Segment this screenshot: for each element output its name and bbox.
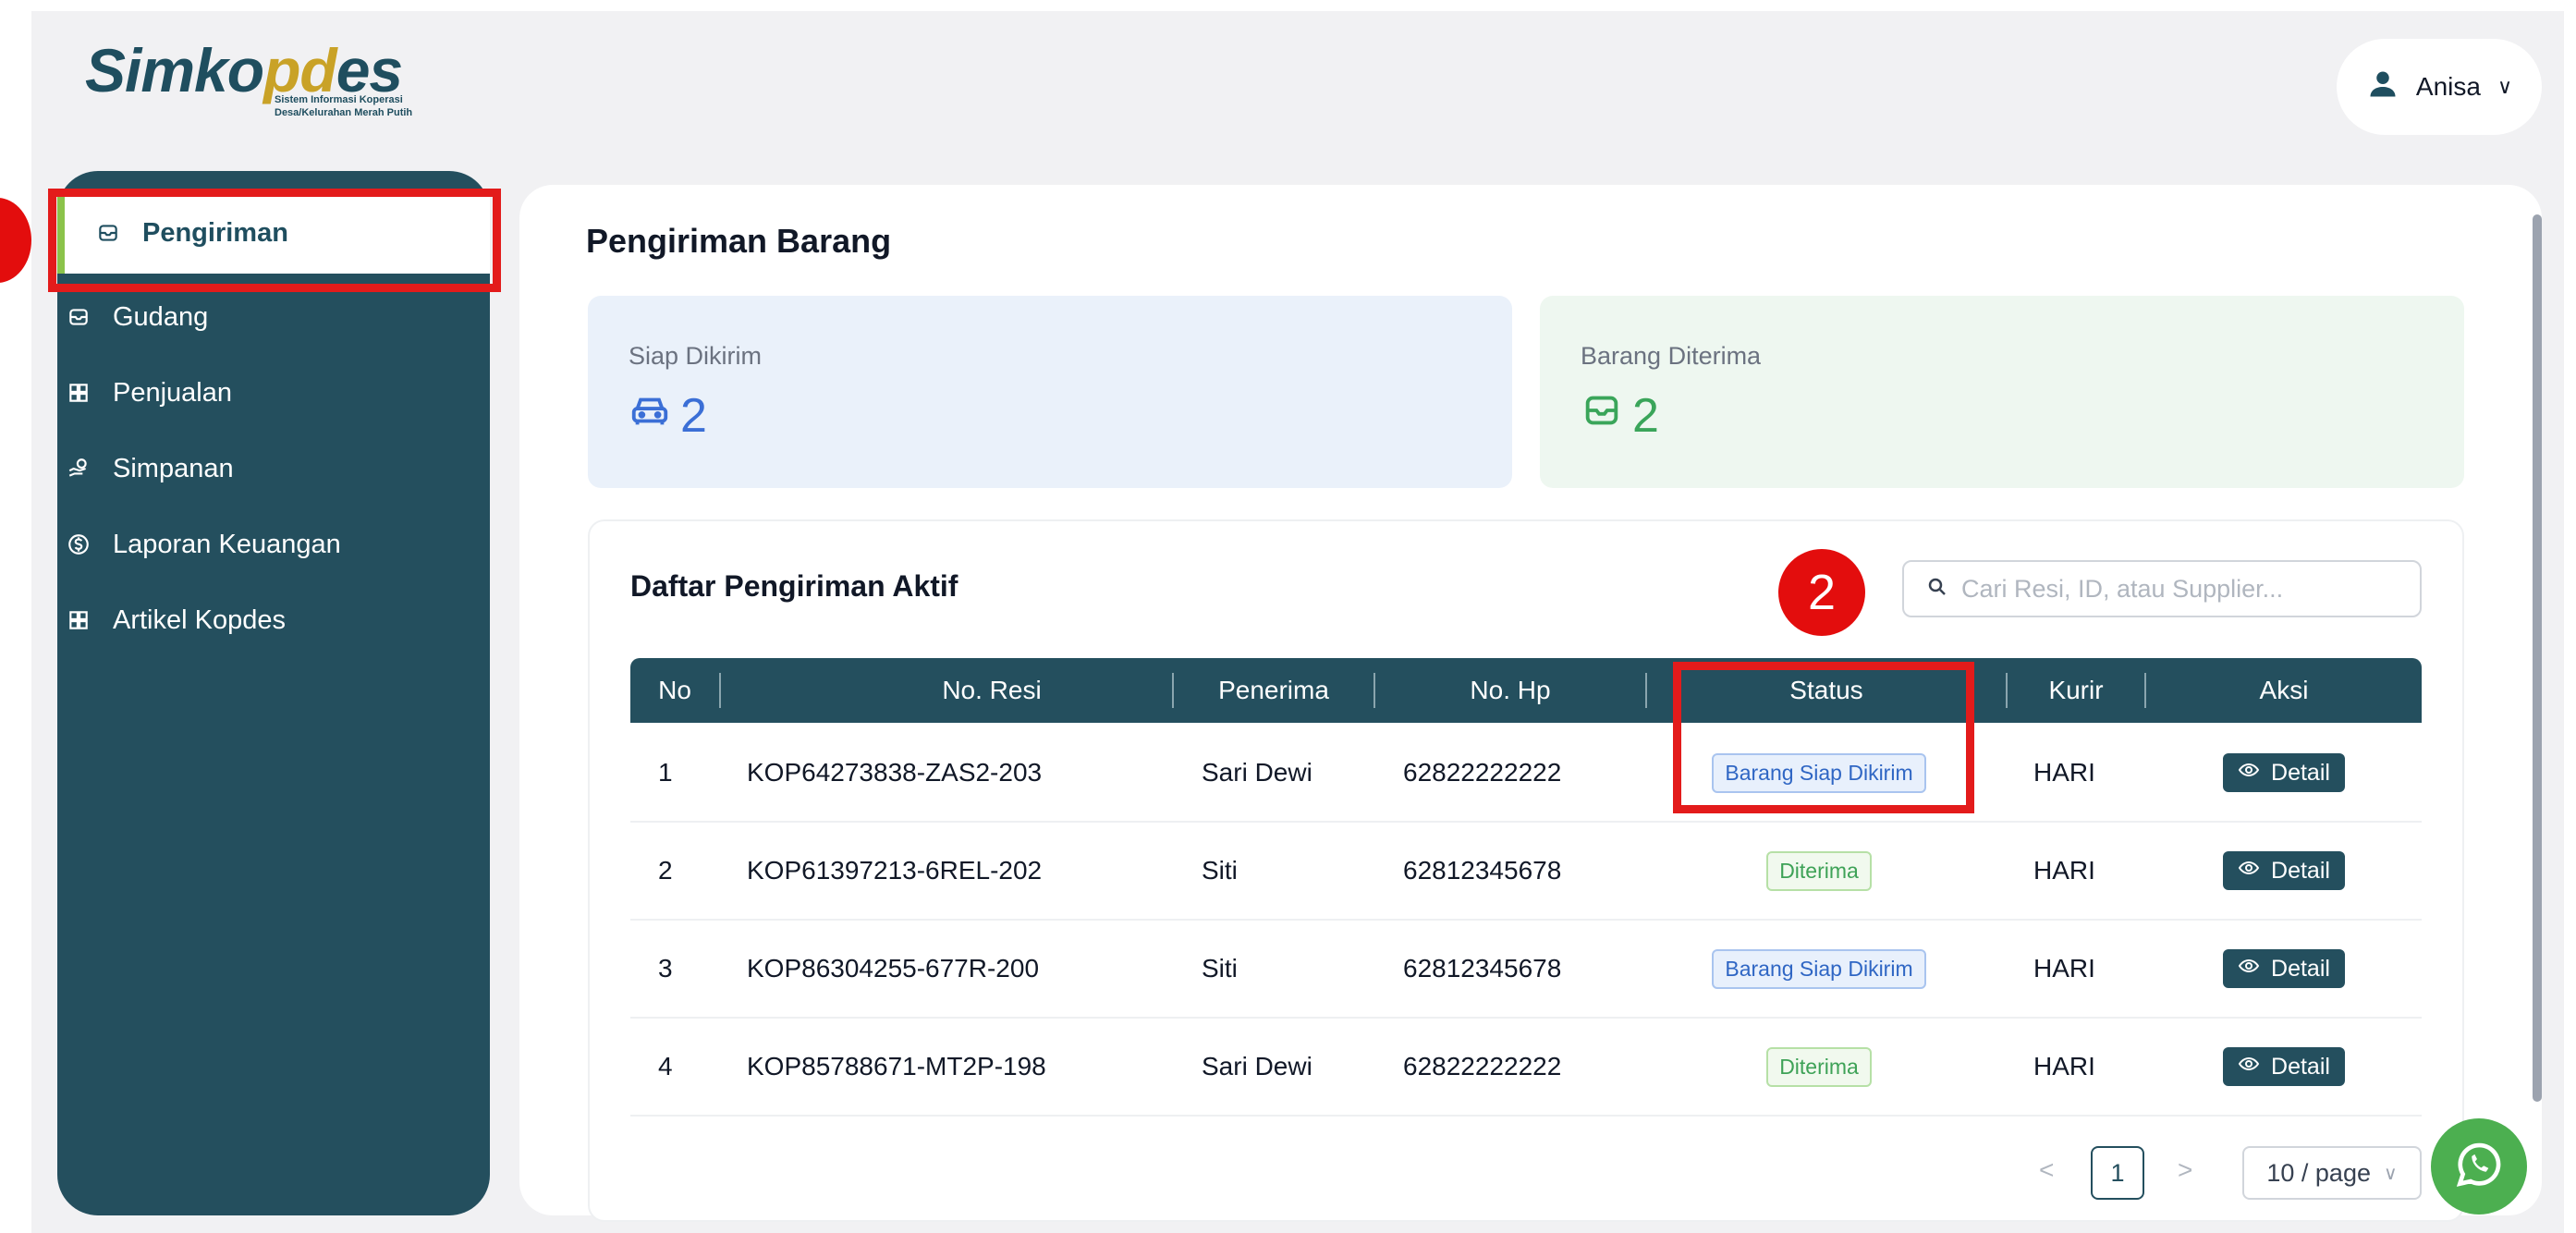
user-menu[interactable]: Anisa ∨ (2337, 39, 2542, 135)
column-header-kurir: Kurir (2048, 676, 2104, 704)
annotation-box-pengiriman (48, 189, 501, 292)
cell-kurir: HARI (2033, 758, 2095, 787)
chevron-down-icon: ∨ (2497, 75, 2513, 98)
page-title: Pengiriman Barang (586, 222, 892, 260)
sidebar-item-penjualan[interactable]: Penjualan (33, 359, 440, 427)
cell-resi: KOP61397213-6REL-202 (747, 856, 1043, 885)
cell-aksi: Detail (2146, 725, 2422, 821)
pagination-next-button[interactable]: > (2178, 1155, 2192, 1185)
cell-kurir: HARI (2033, 954, 2095, 983)
user-icon (2366, 67, 2399, 107)
cell-resi: KOP85788671-MT2P-198 (747, 1052, 1046, 1080)
column-header-hp: No. Hp (1470, 676, 1551, 704)
sidebar-item-label: Laporan Keuangan (113, 529, 341, 559)
cell-status: Diterima (1647, 823, 1991, 919)
eye-icon (2238, 1053, 2260, 1081)
cell-kurir: HARI (2033, 856, 2095, 885)
table-row: 2 KOP61397213-6REL-202 Siti 62812345678 … (630, 823, 2422, 921)
pagination-prev-button[interactable]: < (2039, 1155, 2054, 1185)
cell-aksi: Detail (2146, 823, 2422, 919)
cell-penerima: Sari Dewi (1202, 1052, 1312, 1080)
cell-no: 4 (658, 1052, 673, 1080)
cell-aksi: Detail (2146, 921, 2422, 1017)
whatsapp-button[interactable] (2431, 1118, 2527, 1215)
sidebar-item-label: Artikel Kopdes (113, 604, 286, 635)
page-size-select[interactable]: 10 / page ∨ (2242, 1146, 2422, 1200)
search-input[interactable] (1959, 573, 2407, 604)
stat-card-siap-dikirim: Siap Dikirim 2 (588, 296, 1512, 488)
eye-icon (2238, 759, 2260, 787)
table-row: 3 KOP86304255-677R-200 Siti 62812345678 … (630, 921, 2422, 1019)
status-badge: Diterima (1766, 1046, 1872, 1087)
cell-hp: 62812345678 (1403, 954, 1562, 983)
cell-hp: 62812345678 (1403, 856, 1562, 885)
list-title: Daftar Pengiriman Aktif (630, 569, 958, 603)
stat-card-barang-diterima: Barang Diterima 2 (1540, 296, 2464, 488)
page-size-value: 10 / page (2266, 1158, 2371, 1187)
sidebar-item-label: Gudang (113, 301, 209, 332)
table-row: 1 KOP64273838-ZAS2-203 Sari Dewi 6282222… (630, 725, 2422, 823)
column-header-no: No (658, 676, 691, 704)
eye-icon (2238, 857, 2260, 885)
annotation-marker-1 (0, 198, 31, 283)
column-header-penerima: Penerima (1218, 676, 1329, 704)
user-name: Anisa (2415, 72, 2481, 101)
cell-no: 1 (658, 758, 673, 787)
cell-resi: KOP86304255-677R-200 (747, 954, 1040, 983)
stat-label: Siap Dikirim (629, 342, 763, 370)
car-icon (629, 388, 671, 444)
detail-button[interactable]: Detail (2223, 949, 2345, 988)
search-input-wrapper[interactable] (1902, 560, 2422, 617)
sidebar-item-artikel-kopdes[interactable]: Artikel Kopdes (33, 586, 440, 654)
inbox-icon (1581, 388, 1623, 444)
sidebar-item-label: Simpanan (113, 453, 234, 483)
cell-penerima: Siti (1202, 954, 1238, 983)
detail-button[interactable]: Detail (2223, 851, 2345, 890)
cell-kurir: HARI (2033, 1052, 2095, 1080)
status-badge: Barang Siap Dikirim (1712, 948, 1926, 989)
eye-icon (2238, 955, 2260, 983)
hand-coins-icon (67, 457, 91, 481)
sidebar-item-label: Penjualan (113, 377, 232, 408)
sidebar-item-simpanan[interactable]: Simpanan (33, 434, 440, 503)
dollar-circle-icon (67, 532, 91, 556)
detail-button[interactable]: Detail (2223, 1047, 2345, 1086)
pagination-page-button[interactable]: 1 (2091, 1146, 2144, 1200)
annotation-marker-2: 2 (1778, 549, 1865, 636)
whatsapp-icon (2450, 1136, 2508, 1198)
column-header-aksi: Aksi (2259, 676, 2309, 704)
logo-subtitle: Sistem Informasi Koperasi Desa/Kelurahan… (275, 94, 413, 118)
search-icon (1926, 576, 1948, 603)
detail-button[interactable]: Detail (2223, 753, 2345, 792)
cell-no: 2 (658, 856, 673, 885)
cell-resi: KOP64273838-ZAS2-203 (747, 758, 1043, 787)
stat-value: 2 (1581, 388, 1659, 444)
annotation-box-status (1673, 662, 1974, 813)
cell-penerima: Sari Dewi (1202, 758, 1312, 787)
cell-aksi: Detail (2146, 1019, 2422, 1115)
cell-status: Barang Siap Dikirim (1647, 921, 1991, 1017)
table-row: 4 KOP85788671-MT2P-198 Sari Dewi 6282222… (630, 1019, 2422, 1117)
cell-hp: 62822222222 (1403, 758, 1562, 787)
cell-status: Diterima (1647, 1019, 1991, 1115)
cell-no: 3 (658, 954, 673, 983)
inbox-icon (67, 305, 91, 329)
sidebar-item-laporan-keuangan[interactable]: Laporan Keuangan (33, 510, 440, 579)
chevron-down-icon: ∨ (2383, 1163, 2398, 1184)
cell-penerima: Siti (1202, 856, 1238, 885)
scrollbar[interactable] (2533, 214, 2542, 1102)
stat-value: 2 (629, 388, 707, 444)
stat-label: Barang Diterima (1581, 342, 1762, 370)
simkopdes-logo[interactable]: Simkopdes Sistem Informasi Koperasi Desa… (85, 35, 455, 128)
cell-hp: 62822222222 (1403, 1052, 1562, 1080)
status-badge: Diterima (1766, 850, 1872, 891)
sidebar-item-gudang[interactable]: Gudang (33, 283, 440, 351)
table-header: No No. Resi Penerima No. Hp Status Kurir… (630, 658, 2422, 723)
grid-icon (67, 381, 91, 405)
grid-icon (67, 608, 91, 632)
